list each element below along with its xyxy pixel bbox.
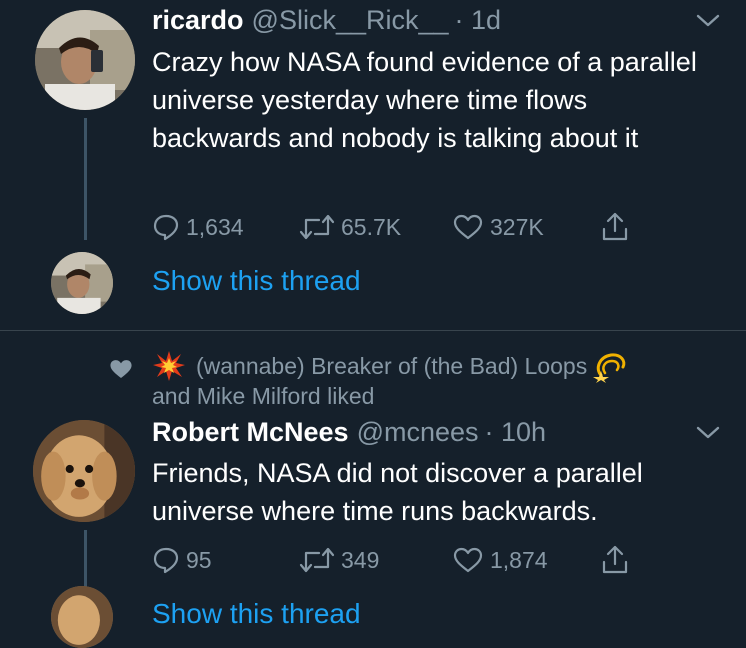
avatar-ricardo-small[interactable] xyxy=(51,252,113,314)
share-icon-2 xyxy=(602,545,628,574)
reply-icon-2 xyxy=(153,547,179,574)
retweet-count-2: 349 xyxy=(341,546,380,573)
avatar-robert-mcnees-image xyxy=(33,420,135,522)
heart-icon xyxy=(453,214,483,240)
dizzy-emoji-icon xyxy=(593,353,626,383)
show-thread-link-2[interactable]: Show this thread xyxy=(152,598,361,630)
reply-button-2[interactable]: 95 xyxy=(152,546,212,574)
retweet-button-2[interactable]: 349 xyxy=(299,546,379,574)
retweet-button[interactable]: 65.7K xyxy=(299,213,401,241)
tweet-actions-2: 95 349 1,874 xyxy=(152,544,652,578)
author-handle[interactable]: @Slick__Rick__ xyxy=(252,5,449,36)
retweet-count: 65.7K xyxy=(341,213,402,240)
chevron-down-icon[interactable] xyxy=(695,13,721,29)
tweet-text: Crazy how NASA found evidence of a paral… xyxy=(152,47,697,153)
author-handle-2[interactable]: @mcnees xyxy=(357,417,479,448)
liked-by-line1[interactable]: (wannabe) Breaker of (the Bad) Loops xyxy=(196,353,587,380)
tweet-header: ricardo @Slick__Rick__ · 1d xyxy=(152,5,501,36)
avatar-ricardo-image xyxy=(35,10,135,110)
tweet-actions: 1,634 65.7K 327K xyxy=(152,211,652,245)
retweet-icon-2 xyxy=(299,547,335,573)
like-count: 327K xyxy=(490,213,544,240)
reply-count: 1,634 xyxy=(186,213,244,240)
avatar-robert-mcnees[interactable] xyxy=(33,420,135,522)
avatar-ricardo[interactable] xyxy=(35,10,135,110)
tweet-header-2: Robert McNees @mcnees · 10h xyxy=(152,417,546,448)
avatar-ricardo-small-image xyxy=(51,252,113,314)
retweet-icon xyxy=(299,214,335,240)
tweet-text-2: Friends, NASA did not discover a paralle… xyxy=(152,458,643,526)
explosion-emoji-icon xyxy=(153,351,185,381)
like-button-2[interactable]: 1,874 xyxy=(452,546,548,574)
author-name[interactable]: ricardo xyxy=(152,5,244,36)
show-thread-link[interactable]: Show this thread xyxy=(152,265,361,297)
share-button[interactable] xyxy=(600,211,636,243)
avatar-robert-mcnees-small-image xyxy=(51,586,113,648)
thread-line xyxy=(84,118,87,240)
chevron-down-icon-2[interactable] xyxy=(695,425,721,441)
like-button[interactable]: 327K xyxy=(452,213,544,241)
tweet-divider xyxy=(0,330,746,331)
share-button-2[interactable] xyxy=(600,544,636,576)
avatar-robert-mcnees-small[interactable] xyxy=(51,586,113,648)
tweet-timestamp-2[interactable]: · 10h xyxy=(485,417,547,448)
tweet-timestamp[interactable]: · 1d xyxy=(455,5,502,36)
reply-count-2: 95 xyxy=(186,546,212,573)
thread-line-2 xyxy=(84,530,87,590)
heart-icon-2 xyxy=(453,547,483,573)
like-count-2: 1,874 xyxy=(490,546,548,573)
reply-button[interactable]: 1,634 xyxy=(152,213,244,241)
heart-filled-icon xyxy=(110,360,132,378)
liked-by-line2: and Mike Milford liked xyxy=(152,383,375,409)
reply-icon xyxy=(153,214,179,241)
share-icon xyxy=(602,212,628,241)
author-name-2[interactable]: Robert McNees xyxy=(152,417,349,448)
